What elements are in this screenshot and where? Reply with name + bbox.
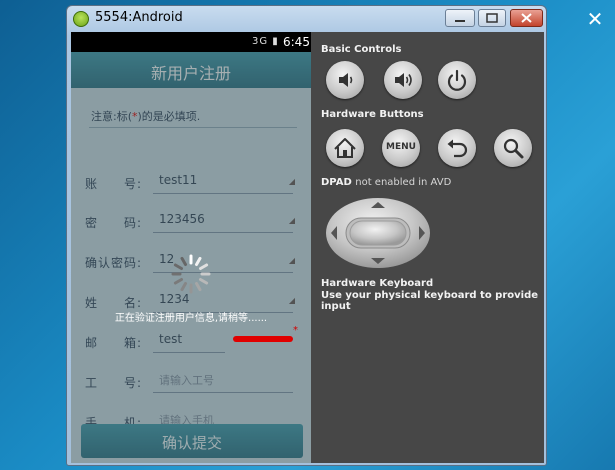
home-icon xyxy=(334,138,356,158)
power-icon xyxy=(447,69,467,91)
desktop-close-icon[interactable]: ✕ xyxy=(584,8,606,30)
close-icon xyxy=(521,13,532,23)
power-button[interactable] xyxy=(438,61,476,99)
back-button[interactable] xyxy=(438,129,476,167)
emulator-window: 5554:Android 3G ▮ 6:45 新用户注册 注意:标(*)的是必填… xyxy=(66,5,547,466)
maximize-icon xyxy=(486,13,498,23)
hardware-keyboard-hint: Use your physical keyboard to provide in… xyxy=(321,290,539,312)
basic-controls-title: Basic Controls xyxy=(321,44,402,55)
volume-down-button[interactable] xyxy=(326,61,364,99)
window-title: 5554:Android xyxy=(95,10,183,25)
search-button[interactable] xyxy=(494,129,532,167)
volume-up-button[interactable] xyxy=(384,61,422,99)
menu-button[interactable]: MENU xyxy=(382,129,420,167)
minimize-button[interactable] xyxy=(445,9,475,27)
signal-battery-icon: 3G ▮ xyxy=(252,36,279,47)
volume-up-icon xyxy=(395,73,412,87)
back-icon xyxy=(447,139,468,158)
emulator-client-area: 3G ▮ 6:45 新用户注册 注意:标(*)的是必填项. 账 号: test1… xyxy=(71,32,544,463)
registration-form: 新用户注册 注意:标(*)的是必填项. 账 号: test11 ◢ 密 码: 1… xyxy=(71,52,311,463)
dpad-title: DPAD not enabled in AVD xyxy=(321,177,451,188)
close-button[interactable] xyxy=(510,9,543,27)
loading-spinner-icon xyxy=(171,254,211,294)
home-button[interactable] xyxy=(326,129,364,167)
status-time: 6:45 xyxy=(283,35,310,49)
search-icon xyxy=(503,138,524,159)
hardware-buttons-title: Hardware Buttons xyxy=(321,109,424,120)
dpad-note: not enabled in AVD xyxy=(355,177,452,188)
required-asterisk: * xyxy=(293,325,298,336)
emulator-controls: Basic Controls Hardware Buttons MENU DPA… xyxy=(311,32,544,463)
dpad-control[interactable] xyxy=(324,197,432,269)
volume-down-icon xyxy=(339,73,353,87)
redaction-mark xyxy=(233,336,293,342)
hardware-keyboard-title: Hardware Keyboard xyxy=(321,278,434,289)
maximize-button[interactable] xyxy=(478,9,506,27)
android-app-icon xyxy=(73,11,89,27)
menu-label: MENU xyxy=(386,142,416,152)
dpad-label: DPAD xyxy=(321,177,352,188)
title-bar[interactable]: 5554:Android xyxy=(67,6,546,32)
status-bar: 3G ▮ 6:45 xyxy=(71,32,311,52)
phone-screen[interactable]: 3G ▮ 6:45 新用户注册 注意:标(*)的是必填项. 账 号: test1… xyxy=(71,32,311,463)
minimize-icon xyxy=(455,20,465,22)
progress-message: 正在验证注册用户信息,请稍等...... xyxy=(114,313,268,324)
